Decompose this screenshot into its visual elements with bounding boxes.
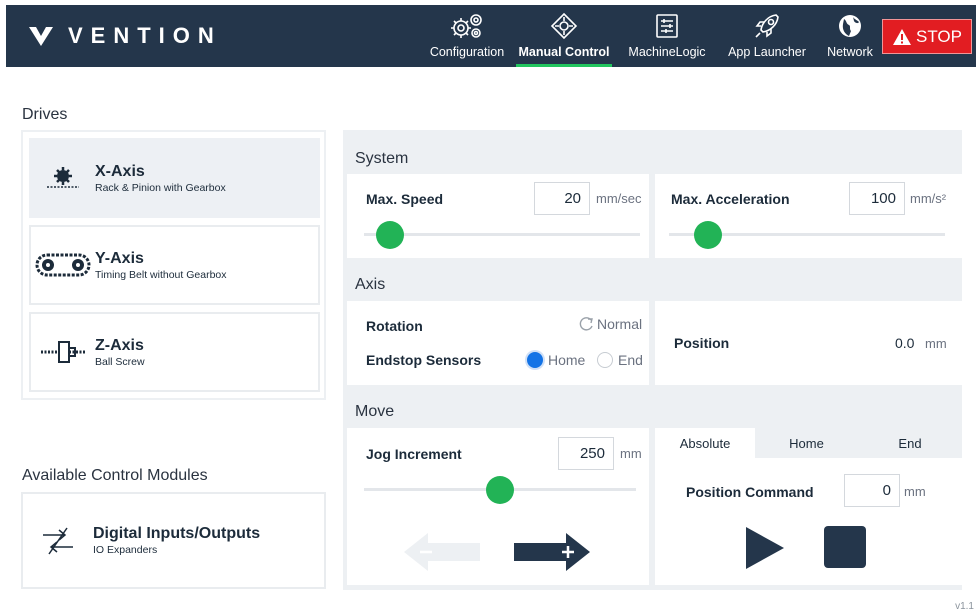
drive-card-z-axis[interactable]: Z-Axis Ball Screw xyxy=(29,312,320,392)
jog-increment-unit: mm xyxy=(620,446,642,461)
module-card-digital-io[interactable]: Digital Inputs/Outputs IO Expanders xyxy=(21,492,326,589)
drive-card-x-axis[interactable]: X-Axis Rack & Pinion with Gearbox xyxy=(29,138,320,218)
nav-label: MachineLogic xyxy=(628,45,706,59)
axis-settings-card: Rotation Normal Endstop Sensors Home End xyxy=(347,301,649,385)
logic-board-icon xyxy=(652,9,682,43)
brand-name: VENTION xyxy=(68,23,222,48)
play-icon xyxy=(746,527,784,569)
rotate-icon xyxy=(579,317,593,331)
jog-increment-slider-thumb[interactable] xyxy=(486,476,514,504)
endstop-end-radio[interactable]: End xyxy=(597,352,643,368)
drive-card-y-axis[interactable]: Y-Axis Timing Belt without Gearbox xyxy=(29,225,320,305)
max-acceleration-slider-thumb[interactable] xyxy=(693,221,722,249)
nav-app-launcher[interactable]: App Launcher xyxy=(722,5,812,67)
rotation-value: Normal xyxy=(597,316,643,332)
max-acceleration-card: Max. Acceleration 100 mm/s² xyxy=(655,174,962,258)
active-nav-indicator xyxy=(516,64,612,67)
axis-control-panel: System Max. Speed 20 mm/sec Max. Acceler… xyxy=(343,130,962,590)
arrow-left-minus-icon xyxy=(404,533,480,571)
module-subtitle: IO Expanders xyxy=(93,544,158,556)
rotation-normal-toggle[interactable]: Normal xyxy=(577,316,642,332)
vention-logo: VENTION xyxy=(28,23,222,49)
nav-label: Configuration xyxy=(429,45,505,59)
crosshair-move-icon xyxy=(549,9,579,43)
version-label: v1.1 xyxy=(955,601,974,612)
jog-increment-input[interactable]: 250 xyxy=(558,437,614,470)
rack-pinion-icon xyxy=(31,166,95,190)
nav-machinelogic[interactable]: MachineLogic xyxy=(624,5,710,67)
drive-subtitle: Rack & Pinion with Gearbox xyxy=(95,181,226,194)
position-command-label: Position Command xyxy=(686,484,814,500)
move-section-title: Move xyxy=(355,403,395,420)
nav-label: App Launcher xyxy=(728,45,806,59)
max-acceleration-unit: mm/s² xyxy=(910,191,947,206)
control-modules-heading: Available Control Modules xyxy=(22,467,208,484)
drive-subtitle: Ball Screw xyxy=(95,355,145,368)
globe-icon xyxy=(837,9,863,43)
nav-label: Manual Control xyxy=(518,45,610,59)
stop-square-icon xyxy=(824,526,866,568)
nav-network[interactable]: Network xyxy=(821,5,879,67)
jog-positive-button[interactable] xyxy=(512,531,592,578)
gears-icon xyxy=(447,9,487,43)
nav-manual-control[interactable]: Manual Control xyxy=(516,5,612,67)
rocket-icon xyxy=(752,9,782,43)
axis-section-title: Axis xyxy=(355,276,386,293)
jog-increment-label: Jog Increment xyxy=(366,446,462,462)
warning-icon xyxy=(893,28,911,45)
drive-title: X-Axis xyxy=(95,162,145,180)
endstop-home-label: Home xyxy=(548,352,586,368)
jog-negative-button[interactable] xyxy=(402,531,482,578)
vention-v-icon xyxy=(29,27,53,46)
position-command-unit: mm xyxy=(904,484,926,499)
jog-card: Jog Increment 250 mm xyxy=(347,428,649,585)
nav-label: Network xyxy=(827,45,873,59)
max-speed-label: Max. Speed xyxy=(366,191,444,207)
max-speed-slider-thumb[interactable] xyxy=(376,221,405,249)
endstop-sensors-label: Endstop Sensors xyxy=(366,352,482,368)
drive-title: Z-Axis xyxy=(95,336,144,354)
max-speed-unit: mm/sec xyxy=(596,191,642,206)
nav-configuration[interactable]: Configuration xyxy=(422,5,512,67)
module-title: Digital Inputs/Outputs xyxy=(93,525,261,542)
position-label: Position xyxy=(674,335,730,351)
stop-motion-button[interactable] xyxy=(823,525,867,574)
endstop-home-radio[interactable]: Home xyxy=(527,352,585,368)
drives-list: X-Axis Rack & Pinion with Gearbox Y-Axis… xyxy=(21,130,326,400)
position-value: 0.0 xyxy=(895,335,915,351)
io-arrows-icon xyxy=(23,526,93,556)
max-acceleration-input[interactable]: 100 xyxy=(849,182,905,215)
radio-selected-icon xyxy=(527,352,543,368)
max-speed-slider-track[interactable] xyxy=(364,233,640,236)
drive-subtitle: Timing Belt without Gearbox xyxy=(95,268,227,281)
position-command-input[interactable]: 0 xyxy=(844,474,900,507)
drive-title: Y-Axis xyxy=(95,249,144,267)
position-card: Position 0.0 mm xyxy=(655,301,962,385)
stop-label: STOP xyxy=(916,26,962,46)
max-speed-input[interactable]: 20 xyxy=(534,182,590,215)
tab-absolute[interactable]: Absolute xyxy=(655,428,755,458)
play-button[interactable] xyxy=(744,525,786,576)
drives-heading: Drives xyxy=(22,106,68,123)
tab-home[interactable]: Home xyxy=(755,428,858,458)
system-section-title: System xyxy=(355,150,409,167)
rotation-label: Rotation xyxy=(366,318,423,334)
position-command-card: Absolute Home End Position Command 0 mm xyxy=(655,428,962,585)
timing-belt-icon xyxy=(31,252,95,278)
arrow-right-plus-icon xyxy=(514,533,590,571)
tab-end[interactable]: End xyxy=(858,428,962,458)
max-acceleration-label: Max. Acceleration xyxy=(671,191,790,207)
max-speed-card: Max. Speed 20 mm/sec xyxy=(347,174,649,258)
position-unit: mm xyxy=(925,336,947,351)
ball-screw-icon xyxy=(31,339,95,365)
emergency-stop-button[interactable]: STOP xyxy=(882,19,972,54)
top-navigation-bar: VENTION Configuration Manual Control Mac… xyxy=(6,5,976,67)
radio-unselected-icon xyxy=(597,352,613,368)
endstop-end-label: End xyxy=(618,352,643,368)
